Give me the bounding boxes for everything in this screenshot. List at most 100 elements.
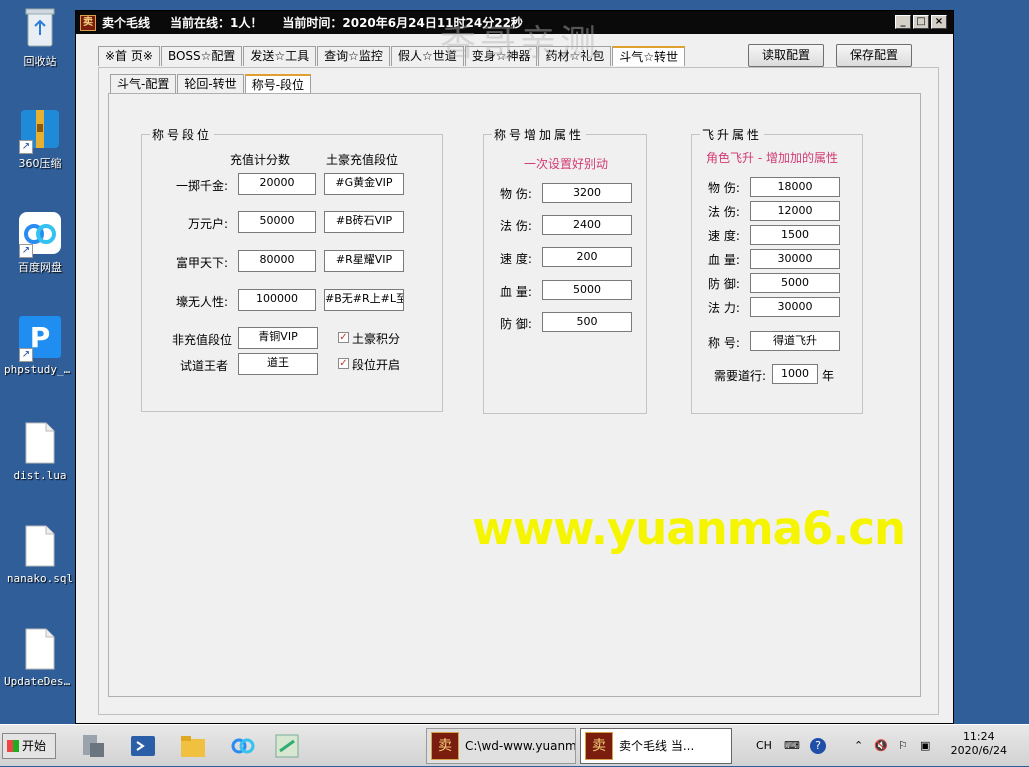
rank-name-input[interactable]: #B砖石VIP (324, 211, 404, 233)
title-attrs-group: 称号增加属性 一次设置好别动 物 伤: 3200 法 伤: 2400 速 度: … (483, 126, 647, 414)
rank-name-input[interactable]: #B无#R上#L至# (324, 289, 404, 311)
tray-expand-icon[interactable]: ⌃ (854, 725, 863, 767)
ascend-speed-input[interactable]: 1500 (750, 225, 840, 245)
windows-logo-icon (7, 740, 19, 752)
ascend-title-input[interactable]: 得道飞升 (750, 331, 840, 351)
task-label: 卖个毛线 当... (619, 739, 695, 753)
close-button[interactable]: × (931, 15, 947, 29)
system-clock[interactable]: 11:24 2020/6/24 (951, 730, 1007, 758)
rank-score-input[interactable]: 20000 (238, 173, 316, 195)
ascend-mana-input[interactable]: 30000 (750, 297, 840, 317)
baidu-netdisk-task-icon[interactable] (228, 731, 258, 761)
volume-muted-icon[interactable]: 🔇 (874, 725, 888, 767)
ascend-magic-dmg-input[interactable]: 12000 (750, 201, 840, 221)
rank-name-input[interactable]: #R星耀VIP (324, 250, 404, 272)
score-column-header: 充值计分数 (230, 153, 291, 167)
attr-label: 物 伤: (500, 187, 532, 201)
desktop-icon-label: phpstudy_pro (4, 363, 80, 376)
maximize-button[interactable]: □ (913, 15, 929, 29)
window-body: ※首 页※ BOSS☆配置 发送☆工具 查询☆监控 假人☆世道 变身☆神器 药材… (84, 41, 945, 715)
desktop-icon-phpstudy[interactable]: P ↗ phpstudy_pro (0, 314, 80, 376)
minimize-button[interactable]: _ (895, 15, 911, 29)
subtab-douqi-config[interactable]: 斗气-配置 (110, 74, 177, 94)
tycoon-points-checkbox[interactable]: ✓ (338, 332, 349, 343)
app-logo-icon: 卖 (431, 732, 459, 760)
attr-label: 防 御: (708, 277, 740, 291)
attr-label: 物 伤: (708, 181, 740, 195)
taskbar-task-app[interactable]: 卖卖个毛线 当... (580, 728, 732, 764)
subtab-title-rank[interactable]: 称号-段位 (244, 74, 312, 94)
app-window: 卖 卖个毛线 当前在线：1人！ 当前时间：2020年6月24日11时24分22秒… (75, 10, 954, 724)
desktop-icon-dist-lua[interactable]: dist.lua (0, 420, 80, 482)
app-task-icon[interactable] (272, 731, 302, 761)
taskbar-task-explorer[interactable]: 卖 C:\wd-www.yuanm... (426, 728, 576, 764)
tab-boss[interactable]: BOSS☆配置 (160, 46, 243, 66)
nonpay-rank-input[interactable]: 青铜VIP (238, 327, 318, 349)
attr-magic-dmg-input[interactable]: 2400 (542, 215, 632, 235)
desktop-icon-baidu-netdisk[interactable]: ↗ 百度网盘 (0, 210, 80, 275)
shortcut-arrow-icon: ↗ (19, 244, 33, 258)
desktop-icon-nanako-sql[interactable]: nanako.sql (0, 523, 80, 585)
desktop-icon-label: nanako.sql (6, 572, 74, 585)
rank-score-input[interactable]: 50000 (238, 211, 316, 233)
title-attrs-note: 一次设置好别动 (524, 157, 609, 171)
trial-king-input[interactable]: 道王 (238, 353, 318, 375)
attr-label: 速 度: (500, 252, 532, 266)
ascend-phys-dmg-input[interactable]: 18000 (750, 177, 840, 197)
file-icon (17, 626, 63, 672)
window-title: 卖个毛线 (102, 16, 151, 30)
rank-name-input[interactable]: #G黄金VIP (324, 173, 404, 195)
tab-send-tools[interactable]: 发送☆工具 (243, 46, 317, 66)
attr-defense-input[interactable]: 500 (542, 312, 632, 332)
rank-column-header: 土豪充值段位 (326, 153, 399, 167)
attr-hp-input[interactable]: 5000 (542, 280, 632, 300)
ascend-hp-input[interactable]: 30000 (750, 249, 840, 269)
language-indicator[interactable]: CH (756, 725, 772, 767)
online-count: 当前在线：1人！ (170, 16, 263, 30)
save-config-button[interactable]: 保存配置 (836, 44, 912, 67)
tab-query-monitor[interactable]: 查询☆监控 (317, 46, 390, 66)
subtab-rebirth[interactable]: 轮回-转世 (177, 74, 244, 94)
shortcut-arrow-icon: ↗ (19, 348, 33, 362)
trial-king-label: 试道王者 (180, 359, 229, 373)
rank-score-input[interactable]: 100000 (238, 289, 316, 311)
app-logo-icon: 卖 (80, 14, 96, 31)
file-explorer-icon[interactable] (178, 731, 208, 761)
action-center-flag-icon[interactable]: ⚐ (898, 725, 908, 767)
desktop-icon-label: 百度网盘 (18, 261, 62, 274)
network-icon[interactable]: ▣ (920, 725, 930, 767)
rank-score-input[interactable]: 80000 (238, 250, 316, 272)
rank-enable-checkbox[interactable]: ✓ (338, 358, 349, 369)
ascend-defense-input[interactable]: 5000 (750, 273, 840, 293)
start-button[interactable]: 开始 (2, 733, 56, 759)
clock-time: 11:24 (962, 730, 995, 743)
keyboard-icon[interactable]: ⌨ (784, 725, 800, 767)
desktop-icon-label: UpdateDes... (4, 675, 80, 688)
desktop-icon-label: dist.lua (13, 469, 67, 482)
desktop-icon-recycle-bin[interactable]: 回收站 (0, 4, 80, 69)
help-icon[interactable]: ? (810, 725, 826, 767)
server-manager-icon[interactable] (78, 731, 108, 761)
ascend-title-label: 称 号: (708, 336, 740, 350)
title-attrs-group-title: 称号增加属性 (492, 126, 587, 143)
desktop-icon-update-des[interactable]: UpdateDes... (0, 626, 80, 688)
read-config-button[interactable]: 读取配置 (748, 44, 824, 67)
desktop-icon-label: 360压缩 (18, 157, 62, 170)
rank-group-title: 称号段位 (150, 126, 215, 143)
subtab-content-frame: 称号段位 充值计分数 土豪充值段位 一掷千金: 20000 #G黄金VIP 万元… (108, 93, 921, 697)
phpstudy-icon: P ↗ (17, 314, 63, 362)
rank-row-label: 壕无人性: (176, 295, 229, 309)
powershell-icon[interactable] (128, 731, 158, 761)
attr-label: 法 伤: (708, 205, 740, 219)
task-label: C:\wd-www.yuanm... (465, 739, 576, 753)
attr-speed-input[interactable]: 200 (542, 247, 632, 267)
tab-home[interactable]: ※首 页※ (98, 46, 160, 66)
watermark-url: www.yuanma6.cn (472, 502, 906, 555)
attr-phys-dmg-input[interactable]: 3200 (542, 183, 632, 203)
app-logo-icon: 卖 (585, 732, 613, 760)
required-dao-input[interactable]: 1000 (772, 364, 818, 384)
rank-row-label: 一掷千金: (176, 179, 229, 193)
tab-douqi-rebirth[interactable]: 斗气☆转世 (612, 46, 685, 66)
baidu-netdisk-icon: ↗ (17, 210, 63, 258)
desktop-icon-360-zip[interactable]: ↗ 360压缩 (0, 106, 80, 171)
